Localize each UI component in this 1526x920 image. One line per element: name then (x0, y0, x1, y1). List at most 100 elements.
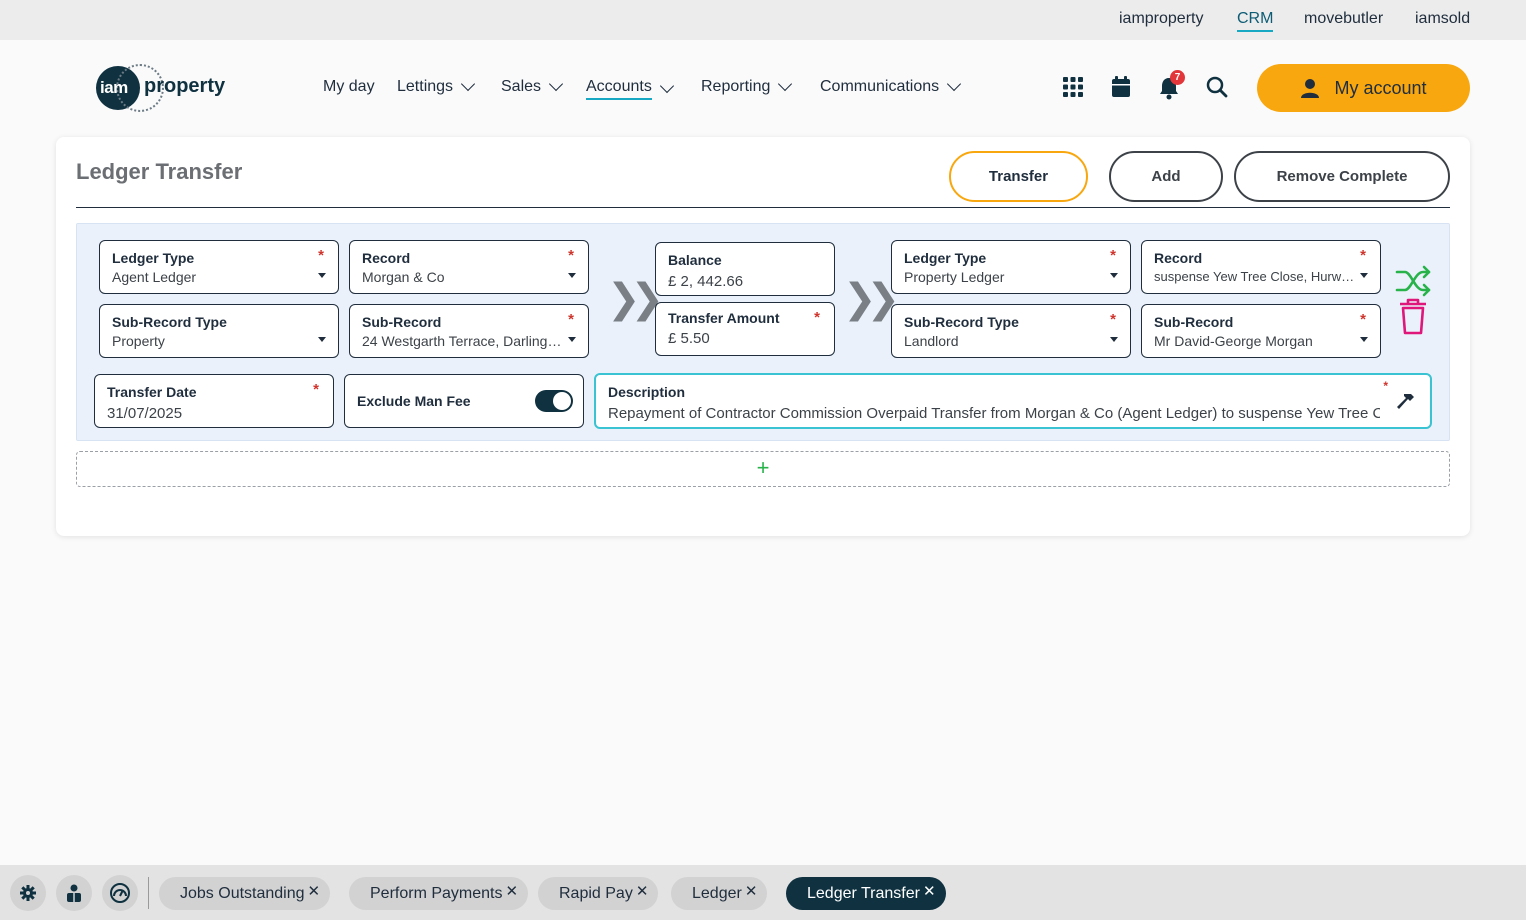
caret-down-icon (318, 273, 326, 278)
field-value: Morgan & Co (362, 269, 445, 285)
field-value: 24 Westgarth Terrace, Darlington (362, 333, 564, 349)
title-divider (76, 207, 1450, 208)
nav-lettings[interactable]: Lettings (397, 76, 476, 96)
dock-divider (148, 877, 149, 909)
tab-jobs-outstanding[interactable]: Jobs Outstanding ✕ (159, 877, 331, 910)
tab-label: Rapid Pay (559, 884, 633, 902)
nav-sales[interactable]: Sales (501, 76, 564, 96)
required-marker: * (1110, 247, 1116, 264)
required-marker: * (1360, 311, 1366, 328)
nav-communications[interactable]: Communications (820, 76, 962, 96)
search-icon[interactable] (1206, 76, 1230, 100)
brand-link-iamsold[interactable]: iamsold (1415, 10, 1470, 28)
caret-down-icon (1360, 337, 1368, 342)
target-sub-record-type-select[interactable]: Sub-Record Type * Landlord (891, 304, 1131, 358)
field-label: Sub-Record (1154, 314, 1234, 330)
brand-link-crm[interactable]: CRM (1237, 10, 1274, 32)
close-icon[interactable]: ✕ (308, 882, 321, 900)
tab-label: Ledger (692, 884, 742, 902)
field-label: Description (608, 384, 686, 400)
gear-icon[interactable] (10, 875, 46, 911)
add-button[interactable]: Add (1109, 151, 1223, 202)
field-value: suspense Yew Tree Close, Hurworth (1154, 269, 1356, 284)
chevron-down-icon (947, 76, 962, 92)
logo-property-text: property (144, 75, 226, 97)
field-value: Property Ledger (904, 269, 1005, 285)
transfer-date-value: 31/07/2025 (107, 405, 183, 422)
iamproperty-logo[interactable]: iam property (96, 64, 236, 112)
field-label: Record (1154, 250, 1203, 266)
close-icon[interactable]: ✕ (505, 882, 518, 900)
close-icon[interactable]: ✕ (923, 882, 936, 900)
main-header: iam property My day Lettings Sales Accou… (0, 40, 1526, 136)
notification-count-badge: 7 (1170, 70, 1185, 85)
source-sub-record-select[interactable]: Sub-Record * 24 Westgarth Terrace, Darli… (349, 304, 589, 358)
people-icon[interactable] (56, 875, 92, 911)
balance-field: Balance £ 2, 442.66 (655, 242, 835, 296)
grid-icon[interactable] (1062, 76, 1086, 100)
required-marker: * (313, 381, 319, 398)
logo-iam-text: iam (100, 78, 128, 97)
trash-icon[interactable] (1397, 298, 1429, 336)
tab-label: Jobs Outstanding (180, 884, 305, 902)
dashboard-icon[interactable] (102, 875, 138, 911)
tab-perform-payments[interactable]: Perform Payments ✕ (349, 877, 529, 910)
source-record-select[interactable]: Record * Morgan & Co (349, 240, 589, 294)
required-marker: * (568, 247, 574, 264)
field-label: Ledger Type (112, 250, 195, 266)
add-transfer-row-button[interactable]: + (76, 451, 1450, 487)
field-value: Property (112, 333, 165, 349)
source-ledger-type-select[interactable]: Ledger Type * Agent Ledger (99, 240, 339, 294)
brand-link-movebutler[interactable]: movebutler (1304, 10, 1383, 28)
required-marker: * (568, 311, 574, 328)
field-label: Record (362, 250, 411, 266)
tab-ledger[interactable]: Ledger ✕ (671, 877, 768, 910)
close-icon[interactable]: ✕ (745, 882, 758, 900)
close-icon[interactable]: ✕ (636, 882, 649, 900)
my-account-label: My account (1334, 77, 1427, 98)
hammer-icon[interactable] (1396, 391, 1418, 413)
swap-icon[interactable] (1395, 264, 1433, 298)
nav-reporting-label: Reporting (701, 78, 771, 95)
field-value: Mr David-George Morgan (1154, 333, 1313, 349)
balance-value: £ 2, 442.66 (668, 273, 744, 290)
chevron-down-icon (778, 76, 793, 92)
remove-complete-button[interactable]: Remove Complete (1234, 151, 1450, 202)
field-label: Transfer Date (107, 384, 197, 400)
double-chevron-right-icon: ❯❯ (607, 277, 664, 321)
brand-link-iamproperty[interactable]: iamproperty (1119, 10, 1203, 28)
nav-communications-label: Communications (820, 78, 940, 95)
nav-accounts[interactable]: Accounts (586, 78, 674, 100)
chevron-down-icon (659, 78, 674, 94)
target-ledger-type-select[interactable]: Ledger Type * Property Ledger (891, 240, 1131, 294)
nav-my-day[interactable]: My day (323, 78, 375, 96)
toggle-knob (553, 392, 571, 410)
tab-ledger-transfer[interactable]: Ledger Transfer ✕ (786, 877, 946, 910)
target-sub-record-select[interactable]: Sub-Record * Mr David-George Morgan (1141, 304, 1381, 358)
description-value: Repayment of Contractor Commission Overp… (608, 405, 1380, 422)
caret-down-icon (1110, 337, 1118, 342)
nav-my-day-label: My day (323, 78, 375, 95)
nav-lettings-label: Lettings (397, 78, 454, 95)
bottom-dock: Jobs Outstanding ✕ Perform Payments ✕ Ra… (0, 865, 1526, 920)
tab-rapid-pay[interactable]: Rapid Pay ✕ (538, 877, 659, 910)
nav-accounts-label: Accounts (586, 78, 652, 100)
field-label: Balance (668, 252, 722, 268)
tab-label: Perform Payments (370, 884, 503, 902)
target-record-select[interactable]: Record * suspense Yew Tree Close, Hurwor… (1141, 240, 1381, 294)
calendar-icon[interactable] (1110, 76, 1134, 100)
transfer-amount-input[interactable]: Transfer Amount * £ 5.50 (655, 302, 835, 356)
nav-reporting[interactable]: Reporting (701, 76, 793, 96)
bell-icon[interactable]: 7 (1158, 70, 1185, 100)
transfer-amount-value: £ 5.50 (668, 330, 710, 347)
required-marker: * (1360, 247, 1366, 264)
description-input[interactable]: Description * Repayment of Contractor Co… (594, 373, 1432, 429)
my-account-button[interactable]: My account (1257, 64, 1470, 112)
ledger-transfer-card: Ledger Transfer Transfer Add Remove Comp… (56, 137, 1470, 536)
exclude-man-fee-toggle[interactable] (535, 390, 573, 412)
transfer-button[interactable]: Transfer (949, 151, 1088, 202)
required-marker: * (318, 247, 324, 264)
transfer-date-field[interactable]: Transfer Date * 31/07/2025 (94, 374, 334, 428)
source-sub-record-type-select[interactable]: Sub-Record Type Property (99, 304, 339, 358)
nav-sales-label: Sales (501, 78, 542, 95)
